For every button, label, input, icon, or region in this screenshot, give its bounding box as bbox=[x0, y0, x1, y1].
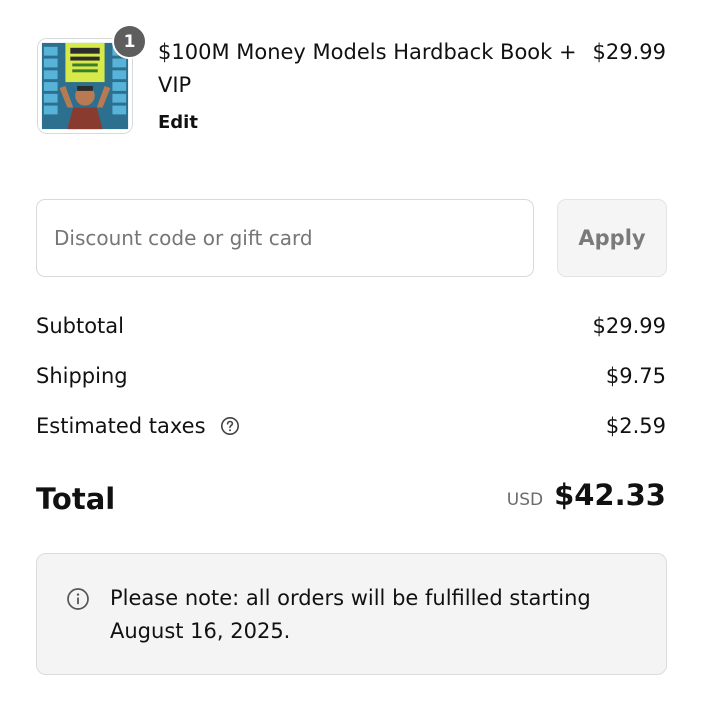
discount-code-input[interactable] bbox=[36, 199, 534, 277]
product-title: $100M Money Models Hardback Book + VIP bbox=[158, 40, 577, 97]
question-circle-icon[interactable] bbox=[220, 416, 240, 436]
info-icon bbox=[67, 588, 89, 610]
notice-text: Please note: all orders will be fulfille… bbox=[110, 586, 591, 643]
apply-button[interactable]: Apply bbox=[557, 199, 667, 277]
subtotal-label: Subtotal bbox=[36, 314, 124, 338]
total-amount: USD $42.33 bbox=[507, 478, 666, 512]
shipping-label: Shipping bbox=[36, 364, 128, 388]
total-label: Total bbox=[36, 482, 116, 516]
shipping-value: $9.75 bbox=[605, 364, 666, 388]
subtotal-value: $29.99 bbox=[592, 314, 666, 338]
quantity-badge: 1 bbox=[112, 24, 147, 59]
product-price: $29.99 bbox=[592, 40, 666, 64]
taxes-label: Estimated taxes bbox=[36, 414, 206, 438]
total-value: $42.33 bbox=[554, 478, 666, 512]
edit-link[interactable]: Edit bbox=[158, 110, 198, 136]
taxes-value: $2.59 bbox=[605, 414, 666, 438]
currency-code: USD bbox=[506, 490, 544, 510]
